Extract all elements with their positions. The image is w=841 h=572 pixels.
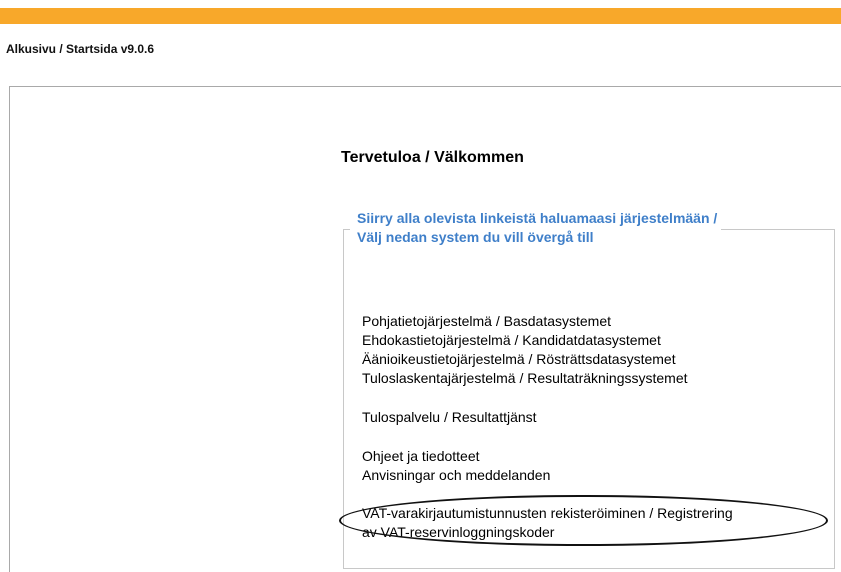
highlight-oval xyxy=(339,495,828,546)
top-accent-bar xyxy=(0,8,841,24)
fieldset-legend: Siirry alla olevista linkeistä haluamaas… xyxy=(350,209,722,247)
link-resultattjanst[interactable]: Tulospalvelu / Resultattjänst xyxy=(362,408,688,427)
link-anvisningar-och-meddelanden[interactable]: Anvisningar och meddelanden xyxy=(362,466,688,485)
link-basdatasystemet[interactable]: Pohjatietojärjestelmä / Basdatasystemet xyxy=(362,312,688,331)
legend-line-2: Välj nedan system du vill övergå till xyxy=(357,229,594,245)
page: Alkusivu / Startsida v9.0.6 Tervetuloa /… xyxy=(0,0,841,572)
breadcrumb: Alkusivu / Startsida v9.0.6 xyxy=(6,42,155,56)
legend-line-1: Siirry alla olevista linkeistä haluamaas… xyxy=(357,210,718,226)
link-kandidatdatasystemet[interactable]: Ehdokastietojärjestelmä / Kandidatdatasy… xyxy=(362,331,688,350)
link-resultatrakningssystemet[interactable]: Tuloslaskentajärjestelmä / Resultaträkni… xyxy=(362,369,688,388)
link-rostrattsdatasystemet[interactable]: Äänioikeustietojärjestelmä / Rösträttsda… xyxy=(362,350,688,369)
system-links: Pohjatietojärjestelmä / Basdatasystemet … xyxy=(362,312,688,485)
page-title: Tervetuloa / Välkommen xyxy=(341,149,524,166)
link-ohjeet-ja-tiedotteet[interactable]: Ohjeet ja tiedotteet xyxy=(362,447,688,466)
